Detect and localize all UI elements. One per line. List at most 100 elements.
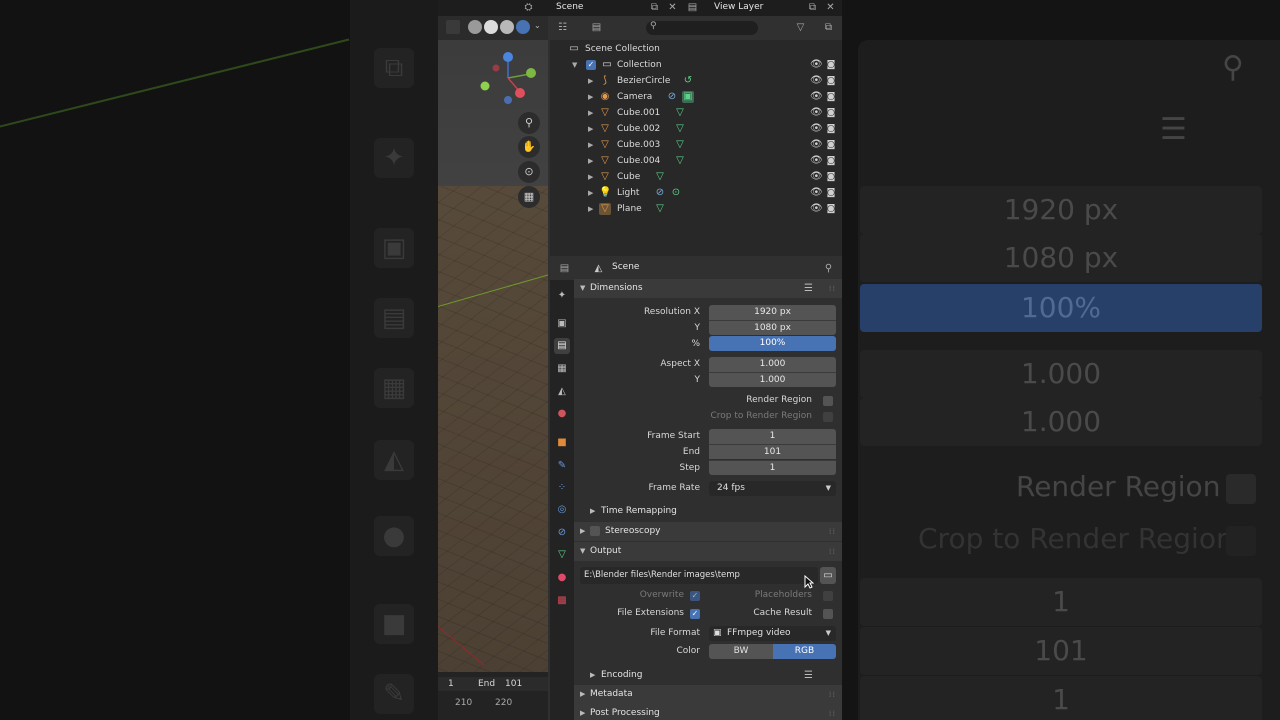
texture-tab-icon[interactable]: ▩ bbox=[554, 593, 570, 609]
outliner-scene-collection[interactable]: ▭ Scene Collection bbox=[550, 41, 842, 57]
expand-arrow-icon[interactable]: ▶ bbox=[588, 137, 596, 153]
view-layer-tab-icon[interactable]: ▦ bbox=[554, 361, 570, 377]
3d-viewport[interactable]: ⌄ ⚲ ✋ ⊙ ▦ bbox=[438, 16, 548, 686]
cache-result-checkbox[interactable] bbox=[823, 609, 833, 619]
eye-icon[interactable]: 👁 bbox=[810, 91, 823, 103]
eye-icon[interactable]: 👁 bbox=[810, 59, 823, 71]
aspect-x-field[interactable]: 1.000 bbox=[709, 357, 836, 372]
particles-tab-icon[interactable]: ⁘ bbox=[554, 480, 570, 496]
display-mode-icon[interactable]: ☷ bbox=[556, 21, 569, 34]
presets-list-icon[interactable]: ☰ bbox=[804, 279, 813, 298]
physics-tab-icon[interactable]: ◎ bbox=[554, 502, 570, 518]
output-tab-icon[interactable]: ▤ bbox=[554, 338, 570, 354]
solid-shading-icon[interactable] bbox=[484, 20, 498, 34]
delete-scene-icon[interactable]: ✕ bbox=[666, 1, 679, 14]
render-camera-icon[interactable]: ◙ bbox=[825, 107, 837, 119]
render-tab-icon[interactable]: ▣ bbox=[554, 316, 570, 332]
resolution-percent-slider[interactable]: 100% bbox=[709, 336, 836, 351]
post-processing-panel-header[interactable]: ▶ Post Processing ⁞⁞ bbox=[574, 704, 842, 720]
eye-icon[interactable]: 👁 bbox=[810, 187, 823, 199]
scene-selector-icon[interactable]: ⛭ bbox=[522, 1, 535, 14]
shading-dropdown-icon[interactable]: ⌄ bbox=[534, 21, 541, 30]
outliner-object-row[interactable]: ▶ ▽ Cube.003 ▽ 👁 ◙ bbox=[550, 137, 842, 153]
delete-view-layer-icon[interactable]: ✕ bbox=[824, 1, 837, 14]
eye-icon[interactable]: 👁 bbox=[810, 123, 823, 135]
time-remapping-subpanel[interactable]: ▶ Time Remapping bbox=[574, 502, 842, 521]
collapse-arrow-icon[interactable]: ▼ bbox=[572, 57, 580, 73]
placeholders-checkbox[interactable] bbox=[823, 591, 833, 601]
resolution-x-field[interactable]: 1920 px bbox=[709, 305, 836, 320]
expand-arrow-icon[interactable]: ▶ bbox=[588, 169, 596, 185]
drag-handle-icon[interactable]: ⁞⁞ bbox=[829, 542, 836, 561]
navigation-gizmo-icon[interactable] bbox=[476, 48, 540, 108]
xray-toggle-icon[interactable] bbox=[446, 20, 460, 34]
outliner-object-row[interactable]: ▶ ▽ Cube.002 ▽ 👁 ◙ bbox=[550, 121, 842, 137]
constraints-tab-icon[interactable]: ⊘ bbox=[554, 525, 570, 541]
render-camera-icon[interactable]: ◙ bbox=[825, 187, 837, 199]
new-collection-icon[interactable]: ⧉ bbox=[822, 21, 835, 34]
eye-icon[interactable]: 👁 bbox=[810, 139, 823, 151]
timeline-ruler[interactable]: 210 220 bbox=[438, 696, 548, 710]
expand-arrow-icon[interactable]: ▶ bbox=[588, 201, 596, 217]
render-camera-icon[interactable]: ◙ bbox=[825, 139, 837, 151]
eye-icon[interactable]: 👁 bbox=[810, 75, 823, 87]
collection-exclude-checkbox[interactable]: ✓ bbox=[586, 60, 596, 70]
pan-hand-icon[interactable]: ✋ bbox=[518, 136, 540, 158]
rendered-shading-icon[interactable] bbox=[516, 20, 530, 34]
crop-region-checkbox[interactable] bbox=[823, 412, 833, 422]
frame-step-field[interactable]: 1 bbox=[709, 460, 836, 475]
data-tab-icon[interactable]: ▽ bbox=[554, 547, 570, 563]
frame-end-field[interactable]: 101 bbox=[709, 444, 836, 459]
outliner-object-row[interactable]: ▶ 💡 Light ⊘ ⊙ 👁 ◙ bbox=[550, 185, 842, 201]
scene-tab-icon[interactable]: ◭ bbox=[554, 384, 570, 400]
expand-arrow-icon[interactable]: ▶ bbox=[588, 73, 596, 89]
world-tab-icon[interactable]: ● bbox=[554, 406, 570, 422]
frame-rate-dropdown[interactable]: 24 fps ▼ bbox=[709, 481, 836, 496]
filter-icon[interactable]: ▽ bbox=[794, 21, 807, 34]
frame-start-field[interactable]: 1 bbox=[709, 429, 836, 444]
expand-arrow-icon[interactable]: ▶ bbox=[588, 89, 596, 105]
eye-icon[interactable]: 👁 bbox=[810, 203, 823, 215]
eye-icon[interactable]: 👁 bbox=[810, 155, 823, 167]
file-format-dropdown[interactable]: ▣ FFmpeg video ▼ bbox=[709, 626, 836, 641]
object-tab-icon[interactable]: ■ bbox=[554, 435, 570, 451]
presets-list-icon[interactable]: ☰ bbox=[804, 666, 813, 685]
material-preview-icon[interactable] bbox=[500, 20, 514, 34]
outliner-object-row[interactable]: ▶ ▽ Cube ▽ 👁 ◙ bbox=[550, 169, 842, 185]
scene-name-field[interactable]: Scene bbox=[540, 1, 650, 14]
wireframe-shading-icon[interactable] bbox=[468, 20, 482, 34]
end-frame-field[interactable]: 101 bbox=[505, 677, 522, 691]
zoom-icon[interactable]: ⚲ bbox=[518, 112, 540, 134]
aspect-y-field[interactable]: 1.000 bbox=[709, 372, 836, 387]
eye-icon[interactable]: 👁 bbox=[810, 171, 823, 183]
overwrite-checkbox[interactable]: ✓ bbox=[690, 591, 700, 601]
view-layer-selector-icon[interactable]: ▤ bbox=[686, 1, 699, 14]
expand-arrow-icon[interactable]: ▶ bbox=[588, 185, 596, 201]
expand-arrow-icon[interactable]: ▶ bbox=[588, 121, 596, 137]
outliner-object-row[interactable]: ▶ ▽ Plane ▽ 👁 ◙ bbox=[550, 201, 842, 217]
drag-handle-icon[interactable]: ⁞⁞ bbox=[829, 522, 836, 541]
outliner-object-row[interactable]: ▶ ◉ Camera ⊘ ▣ 👁 ◙ bbox=[550, 89, 842, 105]
view-layer-name-field[interactable]: View Layer bbox=[700, 1, 808, 14]
eye-icon[interactable]: 👁 bbox=[810, 107, 823, 119]
drag-handle-icon[interactable]: ⁞⁞ bbox=[829, 685, 836, 704]
drag-handle-icon[interactable]: ⁞⁞ bbox=[829, 279, 836, 298]
material-tab-icon[interactable]: ● bbox=[554, 570, 570, 586]
editor-type-icon[interactable]: ▤ bbox=[558, 262, 571, 275]
file-extensions-checkbox[interactable]: ✓ bbox=[690, 609, 700, 619]
outliner-search-input[interactable] bbox=[646, 21, 758, 35]
modifier-tab-icon[interactable]: ✎ bbox=[554, 458, 570, 474]
outliner-object-row[interactable]: ▶ ▽ Cube.001 ▽ 👁 ◙ bbox=[550, 105, 842, 121]
render-camera-icon[interactable]: ◙ bbox=[825, 203, 837, 215]
ortho-grid-icon[interactable]: ▦ bbox=[518, 186, 540, 208]
tool-tab-icon[interactable]: ✦ bbox=[554, 288, 570, 304]
render-camera-icon[interactable]: ◙ bbox=[825, 171, 837, 183]
render-region-checkbox[interactable] bbox=[823, 396, 833, 406]
render-camera-icon[interactable]: ◙ bbox=[825, 123, 837, 135]
encoding-subpanel[interactable]: ▶ Encoding ☰ bbox=[574, 666, 842, 685]
folder-browse-icon[interactable]: ▭ bbox=[820, 567, 836, 584]
color-rgb-option[interactable]: RGB bbox=[773, 644, 836, 659]
expand-arrow-icon[interactable]: ▶ bbox=[588, 105, 596, 121]
render-camera-icon[interactable]: ◙ bbox=[825, 59, 837, 71]
render-camera-icon[interactable]: ◙ bbox=[825, 155, 837, 167]
